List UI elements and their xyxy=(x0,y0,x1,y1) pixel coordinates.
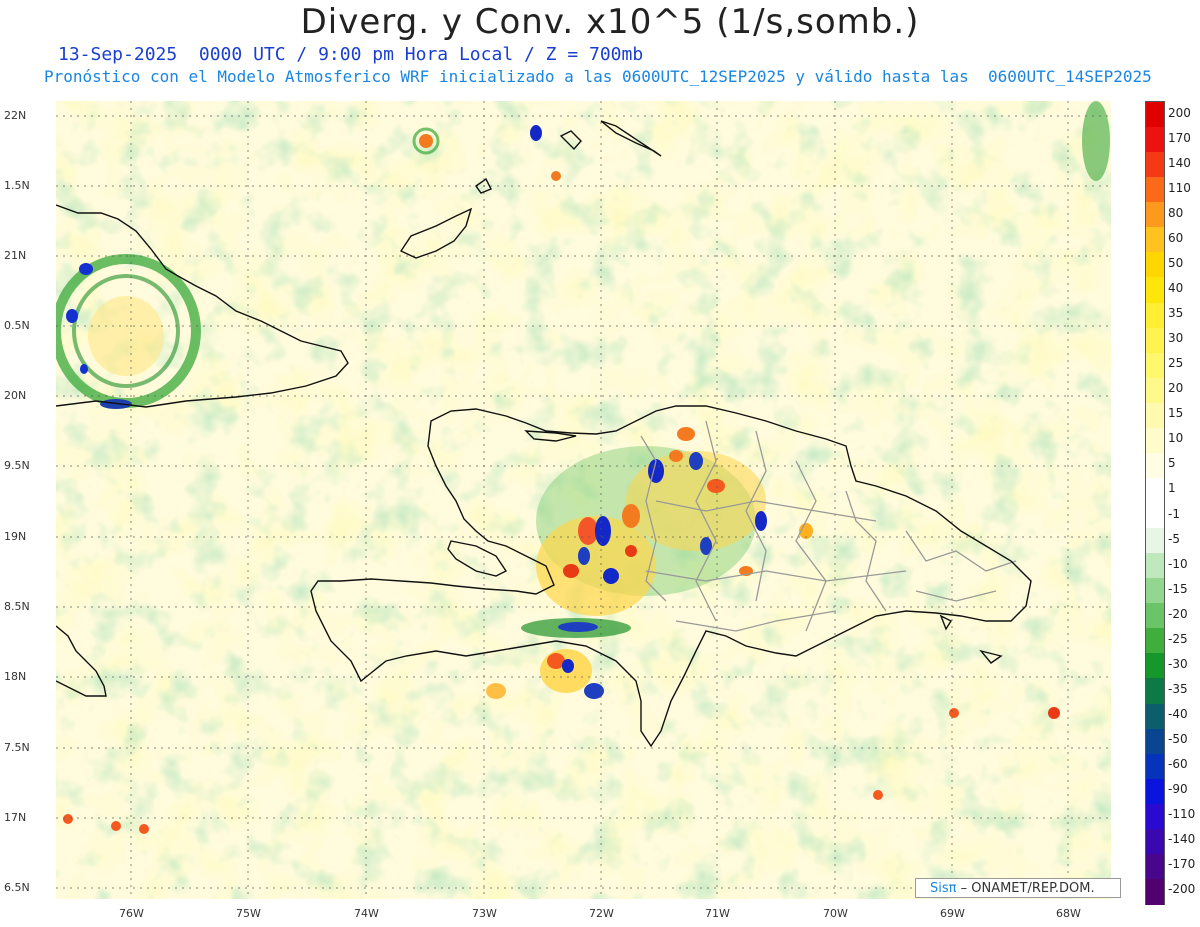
colorbar-label: -90 xyxy=(1168,782,1188,797)
lat-label: 6.5N xyxy=(4,881,30,894)
colorbar-swatch xyxy=(1146,377,1164,404)
credit-box: Sisπ – ONAMET/REP.DOM. xyxy=(915,878,1121,898)
colorbar-swatch xyxy=(1146,202,1164,229)
colorbar-label: -25 xyxy=(1168,631,1188,646)
colorbar-label: -1 xyxy=(1168,506,1180,521)
divergence-map xyxy=(56,101,1111,899)
colorbar-swatch xyxy=(1146,102,1164,128)
colorbar-swatch xyxy=(1146,603,1164,630)
lat-label: 22N xyxy=(4,109,27,122)
colorbar-swatch xyxy=(1146,427,1164,454)
colorbar-label: 110 xyxy=(1168,180,1191,195)
lon-label: 71W xyxy=(705,907,730,920)
colorbar xyxy=(1145,101,1165,905)
colorbar-swatch xyxy=(1146,277,1164,304)
colorbar-swatch xyxy=(1146,227,1164,254)
credit-org: – ONAMET/REP.DOM. xyxy=(956,881,1095,896)
colorbar-label: -110 xyxy=(1168,807,1196,822)
colorbar-label: -50 xyxy=(1168,732,1188,747)
credit-sis: Sis xyxy=(930,881,949,896)
colorbar-swatch xyxy=(1146,452,1164,479)
colorbar-label: -170 xyxy=(1168,857,1196,872)
lat-label: 1.5N xyxy=(4,179,30,192)
colorbar-swatch xyxy=(1146,878,1164,905)
lon-label: 72W xyxy=(589,907,614,920)
colorbar-swatch xyxy=(1146,477,1164,504)
colorbar-label: 5 xyxy=(1168,456,1176,471)
lat-label: 7.5N xyxy=(4,741,30,754)
colorbar-label: 30 xyxy=(1168,331,1184,346)
colorbar-swatch xyxy=(1146,327,1164,354)
colorbar-swatch xyxy=(1146,302,1164,329)
lat-label: 21N xyxy=(4,249,27,262)
colorbar-label: 10 xyxy=(1168,431,1184,446)
colorbar-label: -10 xyxy=(1168,556,1188,571)
colorbar-label: 50 xyxy=(1168,255,1184,270)
colorbar-label: 80 xyxy=(1168,205,1184,220)
colorbar-swatch xyxy=(1146,127,1164,154)
colorbar-label: 200 xyxy=(1168,105,1191,120)
colorbar-swatch xyxy=(1146,703,1164,730)
colorbar-swatch xyxy=(1146,728,1164,755)
lon-label: 75W xyxy=(236,907,261,920)
colorbar-label: -60 xyxy=(1168,757,1188,772)
colorbar-swatch xyxy=(1146,853,1164,880)
colorbar-swatch xyxy=(1146,828,1164,855)
lat-label: 9.5N xyxy=(4,459,30,472)
colorbar-label: 40 xyxy=(1168,280,1184,295)
colorbar-label: -200 xyxy=(1168,882,1196,897)
lon-label: 68W xyxy=(1056,907,1081,920)
lat-label: 19N xyxy=(4,530,27,543)
colorbar-swatch xyxy=(1146,753,1164,780)
lat-label: 20N xyxy=(4,389,27,402)
lon-label: 73W xyxy=(472,907,497,920)
colorbar-label: 170 xyxy=(1168,130,1191,145)
lon-label: 74W xyxy=(354,907,379,920)
colorbar-swatch xyxy=(1146,678,1164,705)
map-canvas xyxy=(56,101,1111,899)
colorbar-swatch xyxy=(1146,578,1164,605)
lon-label: 69W xyxy=(940,907,965,920)
lat-label: 0.5N xyxy=(4,319,30,332)
lon-label: 76W xyxy=(119,907,144,920)
colorbar-label: -15 xyxy=(1168,581,1188,596)
colorbar-swatch xyxy=(1146,503,1164,529)
colorbar-swatch xyxy=(1146,177,1164,204)
colorbar-swatch xyxy=(1146,352,1164,379)
colorbar-label: -20 xyxy=(1168,606,1188,621)
colorbar-swatch xyxy=(1146,653,1164,680)
valid-time-subtitle: 13-Sep-2025 0000 UTC / 9:00 pm Hora Loca… xyxy=(58,44,644,65)
colorbar-label: -140 xyxy=(1168,832,1196,847)
colorbar-label: -40 xyxy=(1168,707,1188,722)
colorbar-swatch xyxy=(1146,628,1164,655)
colorbar-label: -30 xyxy=(1168,656,1188,671)
colorbar-label: 1 xyxy=(1168,481,1176,496)
colorbar-swatch xyxy=(1146,803,1164,830)
lat-label: 18N xyxy=(4,670,27,683)
colorbar-label: -5 xyxy=(1168,531,1180,546)
map-title: Diverg. y Conv. x10^5 (1/s,somb.) xyxy=(300,2,920,42)
colorbar-label: 15 xyxy=(1168,406,1184,421)
colorbar-swatch xyxy=(1146,152,1164,179)
colorbar-label: 60 xyxy=(1168,230,1184,245)
colorbar-label: 25 xyxy=(1168,356,1184,371)
colorbar-swatch xyxy=(1146,553,1164,580)
colorbar-label: 35 xyxy=(1168,306,1184,321)
lat-label: 8.5N xyxy=(4,600,30,613)
colorbar-swatch xyxy=(1146,252,1164,279)
colorbar-swatch xyxy=(1146,402,1164,429)
colorbar-swatch xyxy=(1146,778,1164,805)
model-run-subtitle: Pronóstico con el Modelo Atmosferico WRF… xyxy=(44,67,1152,86)
colorbar-swatch xyxy=(1146,528,1164,555)
colorbar-label: 140 xyxy=(1168,155,1191,170)
lon-label: 70W xyxy=(823,907,848,920)
colorbar-label: 20 xyxy=(1168,381,1184,396)
lat-label: 17N xyxy=(4,811,27,824)
colorbar-label: -35 xyxy=(1168,681,1188,696)
